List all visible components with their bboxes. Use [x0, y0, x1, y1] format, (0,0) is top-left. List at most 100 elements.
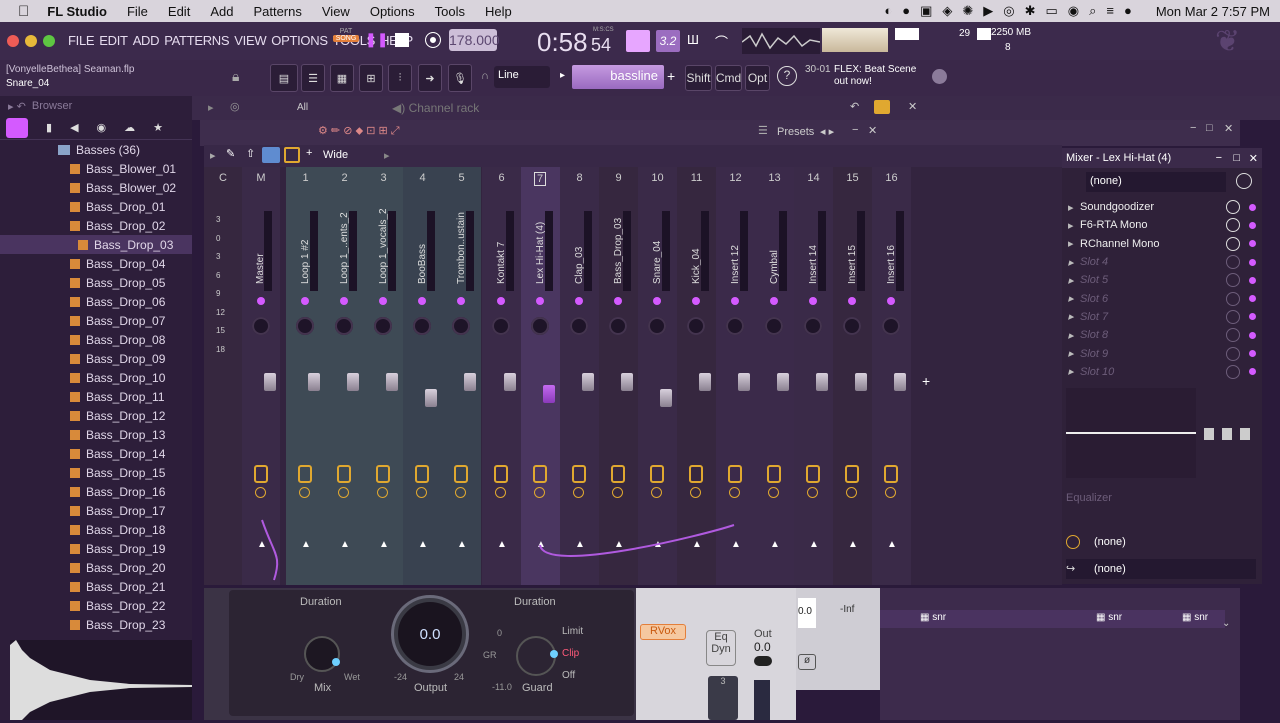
window-max-icon[interactable]: □ — [1206, 122, 1213, 134]
fl-menu-file[interactable]: FILE — [68, 33, 95, 48]
hint-message[interactable]: FLEX: Beat Scene out now! — [806, 64, 932, 88]
browser-tab-plugin-icon[interactable]: ◉ — [97, 121, 107, 134]
record-arm-icon[interactable] — [767, 465, 781, 483]
browser-item[interactable]: Bass_Drop_06 — [0, 292, 192, 311]
browser-item[interactable]: Bass_Drop_23 — [0, 615, 192, 634]
mixer-pick-icon[interactable]: ✎ — [226, 147, 235, 160]
record-arm-icon[interactable] — [533, 465, 547, 483]
record-arm-icon[interactable] — [611, 465, 625, 483]
plugin-close-icon[interactable]: ✕ — [868, 124, 877, 137]
rack-close-icon[interactable]: ✕ — [908, 100, 917, 113]
off-option[interactable]: Off — [562, 670, 575, 681]
latency-clock-icon[interactable] — [455, 487, 466, 498]
volume-fader[interactable] — [855, 373, 867, 391]
mixer-link-icon[interactable] — [284, 147, 300, 163]
pan-knob[interactable] — [609, 317, 627, 335]
pan-knob[interactable] — [252, 317, 270, 335]
browser-item[interactable]: Bass_Drop_03 — [0, 235, 192, 254]
mixer-more-icon[interactable]: ▸ — [384, 149, 390, 162]
presets-label[interactable]: Presets — [777, 126, 814, 138]
mixer-view-icon[interactable] — [262, 147, 280, 163]
output-selector-1[interactable]: (none) — [1066, 532, 1256, 552]
mute-led[interactable] — [692, 297, 700, 305]
rack-arrow-icon[interactable]: ▸ — [208, 101, 214, 114]
latency-clock-icon[interactable] — [807, 487, 818, 498]
microphone-icon[interactable]: 🎙︎ — [448, 64, 472, 92]
window-min-icon[interactable]: − — [1190, 122, 1196, 134]
record-arm-icon[interactable] — [884, 465, 898, 483]
presets-menu-icon[interactable]: ☰ — [758, 124, 768, 137]
browser-item[interactable]: Bass_Drop_10 — [0, 368, 192, 387]
record-arm-icon[interactable] — [728, 465, 742, 483]
record-arm-icon[interactable] — [689, 465, 703, 483]
browser-item[interactable]: Bass_Drop_04 — [0, 254, 192, 273]
browser-item[interactable]: Bass_Drop_19 — [0, 539, 192, 558]
browser-item[interactable]: Bass_Drop_14 — [0, 444, 192, 463]
arrow-right-icon[interactable]: ➜ — [418, 64, 442, 92]
slot-mix-knob[interactable] — [1226, 236, 1240, 251]
pan-knob[interactable] — [687, 317, 705, 335]
volume-fader[interactable] — [660, 389, 672, 407]
slot-enable-led[interactable] — [1249, 368, 1256, 376]
slot-enable-led[interactable] — [1249, 258, 1256, 266]
pattern-prev-icon[interactable]: ▸ — [560, 70, 565, 81]
slot-enable-led[interactable] — [1249, 276, 1256, 284]
panel-min-icon[interactable]: − — [1216, 152, 1222, 164]
latency-clock-icon[interactable] — [846, 487, 857, 498]
volume-fader[interactable] — [582, 373, 594, 391]
latency-clock-icon[interactable] — [377, 487, 388, 498]
playlist-scroll-icon[interactable]: ⌄ — [1222, 618, 1230, 629]
browser-arrow-icon[interactable]: ▸ ↶ — [8, 100, 32, 113]
browser-item[interactable]: Bass_Drop_05 — [0, 273, 192, 292]
volume-fader[interactable] — [425, 389, 437, 407]
mixer-icon[interactable]: ⊞ — [359, 64, 383, 92]
mute-led[interactable] — [848, 297, 856, 305]
browser-item[interactable]: Bass_Drop_01 — [0, 197, 192, 216]
slot-mix-knob[interactable] — [1226, 255, 1240, 270]
browser-toggle-icon[interactable]: ⫶ — [388, 64, 412, 92]
menu-edit[interactable]: Edit — [168, 4, 190, 19]
volume-fader[interactable] — [308, 373, 320, 391]
latency-clock-icon[interactable] — [651, 487, 662, 498]
mute-led[interactable] — [614, 297, 622, 305]
volume-fader[interactable] — [264, 373, 276, 391]
browser-item[interactable]: Bass_Drop_07 — [0, 311, 192, 330]
menu-help[interactable]: Help — [485, 4, 512, 19]
browser-tab-cloud-icon[interactable]: ☁ — [124, 121, 135, 134]
mute-led[interactable] — [536, 297, 544, 305]
record-arm-icon[interactable] — [254, 465, 268, 483]
slot-mix-knob[interactable] — [1226, 309, 1240, 324]
slot-enable-led[interactable] — [1249, 295, 1256, 303]
latency-clock-icon[interactable] — [255, 487, 266, 498]
menu-view[interactable]: View — [322, 4, 350, 19]
output-knob[interactable]: 0.0 — [394, 598, 466, 670]
slot-mix-knob[interactable] — [1226, 291, 1240, 306]
fl-menu-options[interactable]: OPTIONS — [271, 33, 328, 48]
panel-max-icon[interactable]: □ — [1233, 152, 1240, 164]
pat-song-toggle[interactable]: PAT SONG — [333, 28, 359, 54]
mute-led[interactable] — [575, 297, 583, 305]
playlist-clip-3[interactable]: ▦ snr — [1182, 612, 1208, 623]
fl-menu-view[interactable]: VIEW — [234, 33, 266, 48]
metronome-icon[interactable]: ⌒ — [715, 32, 728, 51]
pause-icon[interactable]: ❚❚ — [365, 31, 388, 51]
rack-options-icon[interactable]: ◎ — [230, 100, 240, 113]
pan-knob[interactable] — [882, 317, 900, 335]
out-fader[interactable] — [754, 680, 770, 720]
latency-clock-icon[interactable] — [885, 487, 896, 498]
pan-knob[interactable] — [726, 317, 744, 335]
browser-tab-all-icon[interactable] — [6, 117, 28, 138]
fl-menu-edit[interactable]: EDIT — [99, 33, 128, 48]
browser-item[interactable]: Bass_Drop_09 — [0, 349, 192, 368]
pan-knob[interactable] — [843, 317, 861, 335]
add-pattern-icon[interactable]: + — [667, 68, 675, 84]
slot-enable-led[interactable] — [1249, 313, 1256, 321]
latency-clock-icon[interactable] — [416, 487, 427, 498]
mix-knob[interactable] — [304, 636, 340, 672]
fl-menu-patterns[interactable]: PATTERNS — [164, 33, 229, 48]
window-close-icon[interactable]: ✕ — [1224, 122, 1233, 135]
browser-item[interactable]: Bass_Drop_13 — [0, 425, 192, 444]
cmd-key[interactable]: Cmd — [715, 65, 742, 91]
lock-icon[interactable]: 🔒︎ — [232, 68, 250, 88]
record-arm-icon[interactable] — [572, 465, 586, 483]
